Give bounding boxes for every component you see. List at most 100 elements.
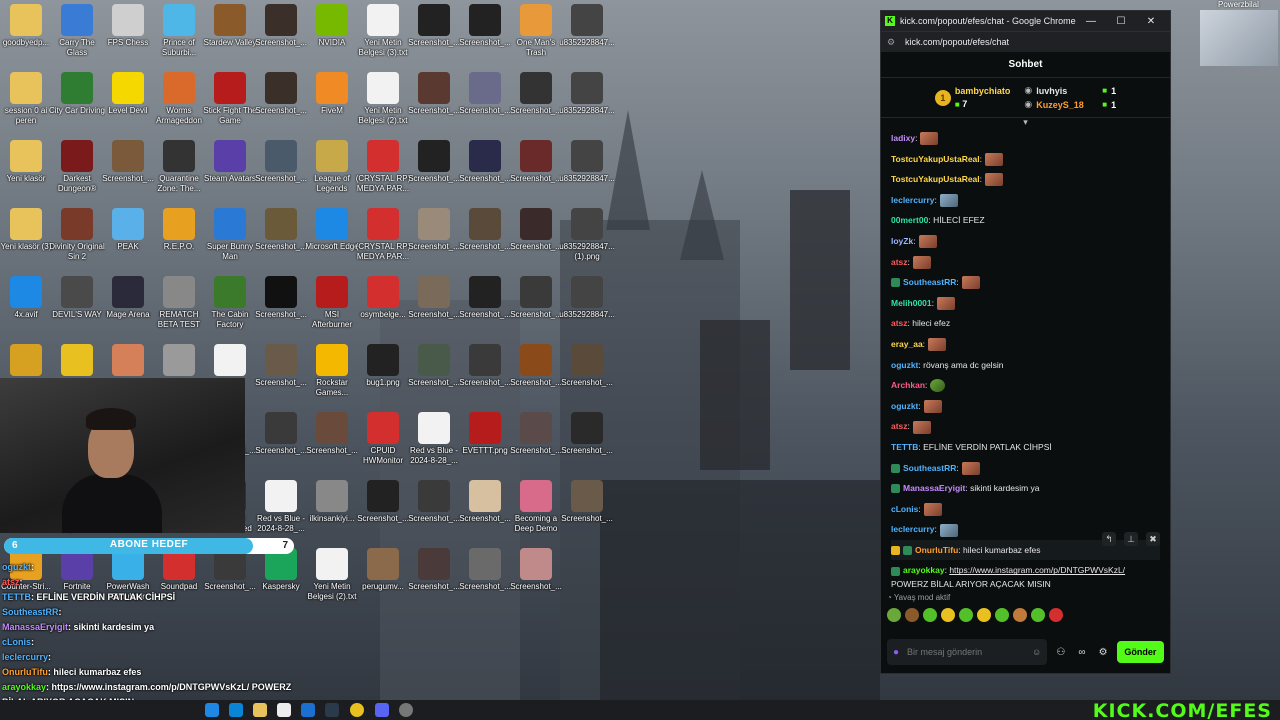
desktop-icon[interactable]: Screenshot_... <box>559 480 615 548</box>
quick-emote[interactable] <box>1013 608 1027 622</box>
desktop-icon[interactable]: Screenshot_... <box>406 548 462 616</box>
quick-emote[interactable] <box>977 608 991 622</box>
desktop-icon[interactable]: The Cabin Factory <box>202 276 258 344</box>
desktop-icon[interactable]: Screenshot_... <box>100 140 156 208</box>
desktop-icon[interactable]: Screenshot_... <box>406 208 462 276</box>
desktop-icon[interactable]: osymbelge... <box>355 276 411 344</box>
desktop-icon[interactable]: DEVIL'S WAY <box>49 276 105 344</box>
desktop-icon[interactable]: (CRYSTAL RP) MEDYA PAR... <box>355 140 411 208</box>
message-username[interactable]: loyZk <box>891 236 913 246</box>
delete-icon[interactable]: ✖ <box>1146 532 1160 546</box>
desktop-icon[interactable]: Screenshot_... <box>508 140 564 208</box>
desktop-icon[interactable]: 4x.avif <box>0 276 54 344</box>
desktop-icon[interactable]: Screenshot_... <box>508 412 564 480</box>
desktop-icon[interactable]: Screenshot_... <box>406 4 462 72</box>
quick-emote[interactable] <box>905 608 919 622</box>
desktop-icon[interactable]: Worms Armageddon <box>151 72 207 140</box>
desktop-icon[interactable]: u8352928847... <box>559 276 615 344</box>
desktop-icon[interactable]: Carry The Glass <box>49 4 105 72</box>
desktop-icon[interactable]: Stick Fight The Game <box>202 72 258 140</box>
desktop-icon[interactable]: Screenshot_... <box>304 412 360 480</box>
desktop-icon[interactable]: Screenshot_... <box>253 208 309 276</box>
desktop-icon[interactable]: Screenshot_... <box>457 4 513 72</box>
taskbar-app-icon[interactable] <box>399 703 413 717</box>
desktop-icon[interactable]: FiveM <box>304 72 360 140</box>
desktop-icon[interactable]: Screenshot_... <box>457 72 513 140</box>
address-bar[interactable]: ⚙ kick.com/popout/efes/chat <box>881 31 1170 52</box>
message-username[interactable]: OnurluTifu <box>915 545 958 555</box>
desktop-icon[interactable]: Super Bunny Man <box>202 208 258 276</box>
desktop-icon[interactable]: Screenshot_... <box>508 72 564 140</box>
desktop-icon[interactable]: bug1.png <box>355 344 411 412</box>
steam-icon[interactable] <box>325 703 339 717</box>
desktop-icon[interactable]: u8352928847... <box>559 4 615 72</box>
message-username[interactable]: leclercurry <box>891 195 934 205</box>
message-username[interactable]: oguzkt <box>891 401 918 411</box>
desktop-icon[interactable]: session 0 ai peren <box>0 72 54 140</box>
desktop-icon[interactable]: Screenshot_... <box>253 4 309 72</box>
desktop-icon[interactable]: R.E.P.O. <box>151 208 207 276</box>
desktop-icon[interactable]: Mage Arena <box>100 276 156 344</box>
pin-icon[interactable]: ⊥ <box>1124 532 1138 546</box>
desktop-icon[interactable]: Yeni klasör <box>0 140 54 208</box>
desktop-icon[interactable]: League of Legends <box>304 140 360 208</box>
desktop-icon[interactable]: Screenshot_... <box>508 548 564 616</box>
message-username[interactable]: leclercurry <box>891 524 934 534</box>
taskbar-app-icon[interactable] <box>229 703 243 717</box>
quick-emote[interactable] <box>995 608 1009 622</box>
desktop-icon[interactable]: Screenshot_... <box>457 208 513 276</box>
message-username[interactable]: atsz <box>891 318 908 328</box>
desktop-icon[interactable]: Yeni Metin Belgesi (2).txt <box>304 548 360 616</box>
desktop-icon[interactable]: City Car Driving <box>49 72 105 140</box>
desktop-icon[interactable]: Screenshot_... <box>355 480 411 548</box>
taskbar-app-icon[interactable] <box>301 703 315 717</box>
desktop-icon[interactable]: ilkinsankiyi... <box>304 480 360 548</box>
message-username[interactable]: oguzkt <box>891 360 918 370</box>
desktop-icon[interactable]: Screenshot_... <box>457 140 513 208</box>
desktop-icon[interactable]: Screenshot_... <box>406 276 462 344</box>
desktop-icon[interactable]: Screenshot_... <box>559 344 615 412</box>
message-username[interactable]: atsz <box>891 257 908 267</box>
desktop-icon[interactable]: Screenshot_... <box>253 72 309 140</box>
desktop-icon[interactable]: Screenshot_... <box>253 140 309 208</box>
desktop-icon[interactable]: Red vs Blue - 2024-8-28_... <box>406 412 462 480</box>
taskbar-app-icon[interactable] <box>277 703 291 717</box>
desktop-icon[interactable]: CPUID HWMonitor <box>355 412 411 480</box>
send-button[interactable]: Gönder <box>1116 641 1164 663</box>
settings-gear-icon[interactable]: ⚙ <box>1096 647 1111 658</box>
desktop-icon[interactable]: REMATCH BETA TEST <box>151 276 207 344</box>
desktop-icon[interactable]: Screenshot_... <box>253 412 309 480</box>
desktop-icon[interactable]: Screenshot_... <box>253 344 309 412</box>
desktop-icon[interactable]: Quarantine Zone: The... <box>151 140 207 208</box>
message-username[interactable]: arayokkay <box>903 565 945 575</box>
message-username[interactable]: atsz <box>891 421 908 431</box>
desktop-icon[interactable]: Screenshot_... <box>457 276 513 344</box>
desktop-icon[interactable]: Microsoft Edge <box>304 208 360 276</box>
desktop-icon[interactable]: (CRYSTAL RP) MEDYA PAR... <box>355 208 411 276</box>
desktop-icon[interactable]: Screenshot_... <box>406 72 462 140</box>
message-username[interactable]: TostcuYakupUstaReal <box>891 154 980 164</box>
desktop-icon[interactable]: Screenshot_... <box>508 208 564 276</box>
desktop-icon[interactable]: Screenshot_... <box>559 412 615 480</box>
close-button[interactable]: ✕ <box>1136 16 1166 27</box>
message-username[interactable]: SoutheastRR <box>903 463 956 473</box>
quick-emote[interactable] <box>887 608 901 622</box>
message-username[interactable]: 00mert00 <box>891 215 928 225</box>
message-username[interactable]: Archkan <box>891 380 925 390</box>
emoji-icon[interactable]: ☺ <box>1032 647 1041 657</box>
desktop-icon[interactable]: Screenshot_... <box>508 276 564 344</box>
desktop-icon[interactable]: Stardew Valley <box>202 4 258 72</box>
desktop-icon[interactable]: Screenshot_... <box>406 480 462 548</box>
desktop-icon[interactable]: MSI Afterburner <box>304 276 360 344</box>
desktop-icon[interactable]: goodbyedp... <box>0 4 54 72</box>
site-settings-icon[interactable]: ⚙ <box>887 37 897 48</box>
quick-emote[interactable] <box>941 608 955 622</box>
desktop-icon[interactable]: Level Devil <box>100 72 156 140</box>
desktop-icon[interactable]: EVETTT.png <box>457 412 513 480</box>
desktop-icon[interactable]: Darkest Dungeon® <box>49 140 105 208</box>
desktop-icon[interactable]: Screenshot_... <box>406 344 462 412</box>
leaderboard-first[interactable]: 1 bambychiato ■ 7 <box>934 86 1010 109</box>
taskbar-app-icon[interactable] <box>205 703 219 717</box>
desktop-icon[interactable]: Rockstar Games... <box>304 344 360 412</box>
message-username[interactable]: TETTB <box>891 442 918 452</box>
